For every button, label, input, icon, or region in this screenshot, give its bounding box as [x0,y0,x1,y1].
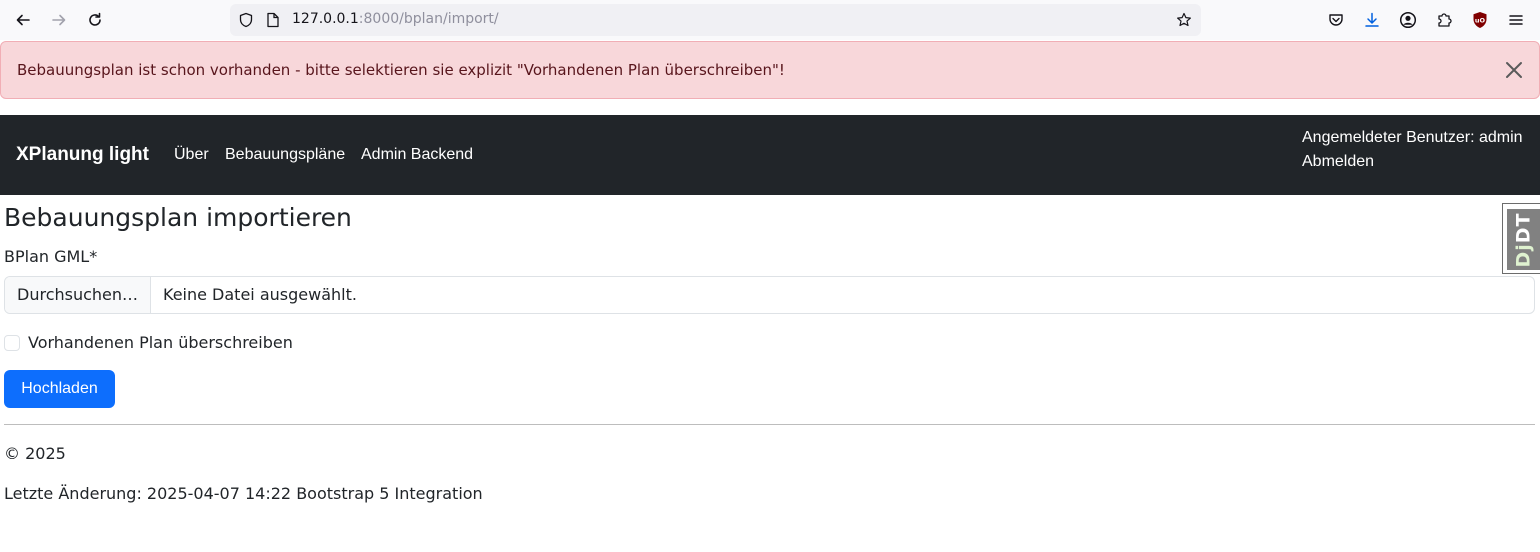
browse-button[interactable]: Durchsuchen… [5,277,151,313]
url-path: :8000/bplan/import/ [358,11,499,27]
nav-link-bebauungsplaene[interactable]: Bebauungspläne [225,146,345,164]
bplan-gml-file-input[interactable]: Durchsuchen… Keine Datei ausgewählt. [4,276,1535,314]
alert-message: Bebauungsplan ist schon vorhanden - bitt… [17,61,785,79]
ublock-icon[interactable]: uO [1469,9,1491,31]
back-button[interactable] [11,8,35,32]
footer-divider [4,424,1535,425]
logout-link[interactable]: Abmelden [1302,150,1523,174]
overwrite-label[interactable]: Vorhandenen Plan überschreiben [28,333,293,352]
logged-in-user: Angemeldeter Benutzer: admin [1302,129,1523,146]
djdt-dt-label: DT [1513,211,1535,243]
page-title: Bebauungsplan importieren [4,203,352,232]
debug-toolbar-handle[interactable]: DjDT [1502,203,1540,274]
svg-text:uO: uO [1475,17,1486,25]
navbar-brand[interactable]: XPlanung light [16,144,149,166]
browser-toolbar: 127.0.0.1:8000/bplan/import/ uO [0,0,1540,40]
last-change: Letzte Änderung: 2025-04-07 14:22 Bootst… [4,484,483,503]
navbar: XPlanung light Über Bebauungspläne Admin… [0,115,1540,195]
djdt-dj-label: Dj [1513,242,1535,268]
file-status: Keine Datei ausgewählt. [163,285,357,304]
arrow-left-icon [16,14,30,26]
error-alert: Bebauungsplan ist schon vorhanden - bitt… [0,41,1540,99]
menu-icon[interactable] [1505,9,1527,31]
shield-icon [239,12,253,28]
close-icon[interactable] [1505,61,1523,79]
url-host: 127.0.0.1 [292,11,359,27]
forward-button[interactable] [47,8,71,32]
extensions-icon[interactable] [1433,9,1455,31]
upload-button[interactable]: Hochladen [4,370,115,408]
nav-link-admin-backend[interactable]: Admin Backend [361,146,473,164]
url-bar[interactable]: 127.0.0.1:8000/bplan/import/ [230,4,1201,36]
debug-toolbar-logo: DjDT [1507,209,1540,270]
user-info: Angemeldeter Benutzer: admin Abmelden [1302,126,1523,174]
download-icon[interactable] [1361,9,1383,31]
reload-button[interactable] [83,8,107,32]
page-icon [267,12,279,28]
nav-link-ueber[interactable]: Über [174,146,209,164]
overwrite-checkbox[interactable] [4,335,20,351]
star-icon[interactable] [1176,12,1192,28]
reload-icon [89,12,101,26]
url-text: 127.0.0.1:8000/bplan/import/ [292,11,499,27]
pocket-icon[interactable] [1325,9,1347,31]
account-icon[interactable] [1397,9,1419,31]
bplan-gml-label: BPlan GML* [4,247,98,266]
copyright: © 2025 [4,444,66,463]
arrow-right-icon [52,14,66,26]
